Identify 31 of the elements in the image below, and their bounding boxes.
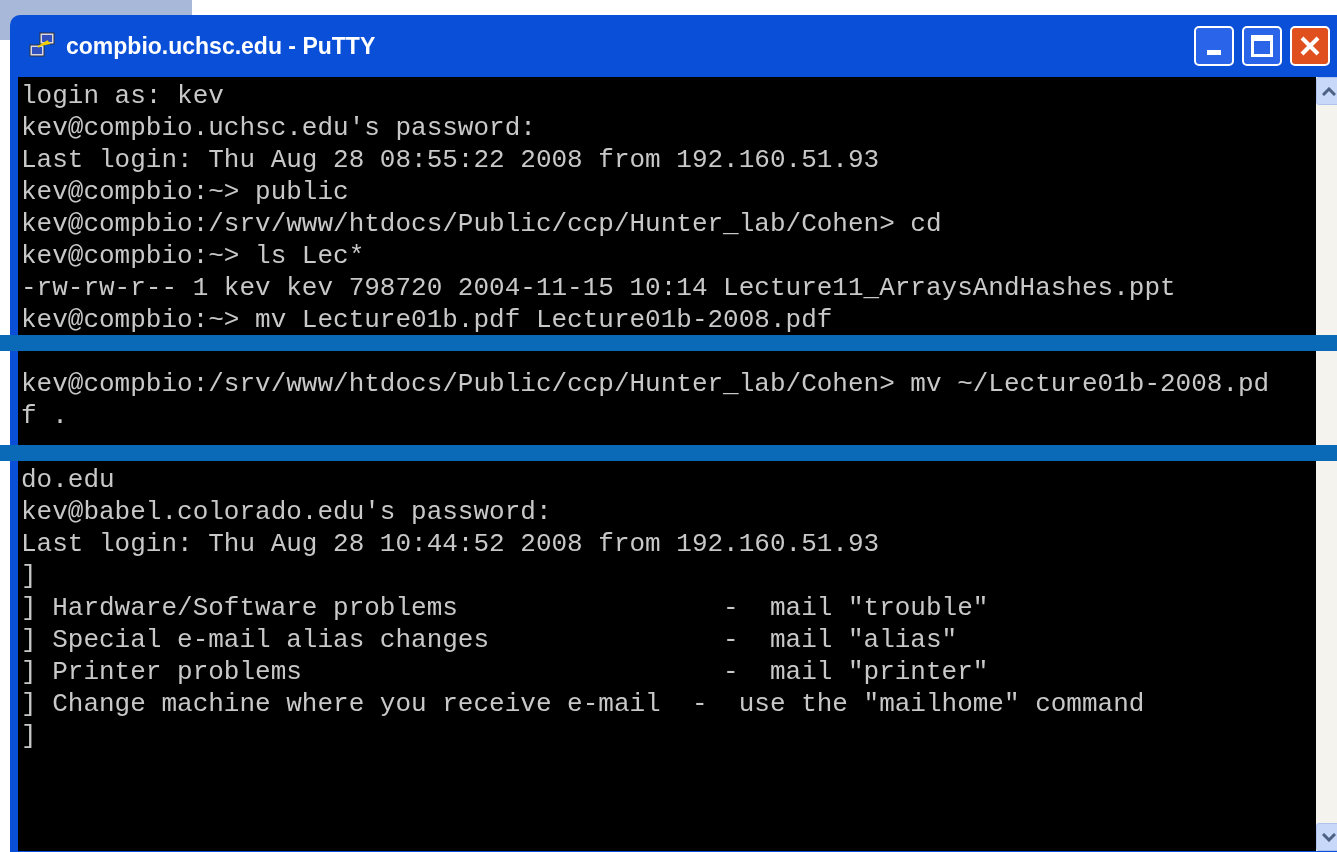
terminal-line: kev@compbio:~> ls Lec* (21, 240, 365, 272)
terminal-line: ] Hardware/Software problems - mail "trouble" (21, 592, 989, 624)
close-icon (1299, 35, 1321, 57)
terminal-line: f . (21, 400, 68, 432)
maximize-icon (1251, 35, 1273, 57)
terminal-line: kev@compbio:/srv/www/htdocs/Public/ccp/Hunter_lab/Cohen> mv ~/Lecture01b-2008.pd (21, 368, 1270, 400)
terminal-line: ] (21, 560, 37, 592)
terminal-line: do.edu (21, 464, 115, 496)
scroll-down-button[interactable] (1316, 823, 1337, 851)
chevron-up-icon (1322, 86, 1336, 96)
chevron-down-icon (1322, 832, 1336, 842)
scrollbar[interactable] (1316, 77, 1337, 851)
terminal-line: Last login: Thu Aug 28 08:55:22 2008 from 192.160.51.93 (21, 144, 880, 176)
terminal-line: ] (21, 720, 37, 752)
scroll-up-button[interactable] (1316, 77, 1337, 105)
close-button[interactable] (1290, 26, 1330, 66)
terminal-line: Last login: Thu Aug 28 10:44:52 2008 from 192.160.51.93 (21, 528, 880, 560)
minimize-icon (1207, 50, 1221, 55)
terminal-line: ] Change machine where you receive e-mail - use the "mailhome" command (21, 688, 1145, 720)
terminal-line: -rw-rw-r-- 1 kev kev 798720 2004-11-15 10:14 Lecture11_ArraysAndHashes.ppt (21, 272, 1176, 304)
maximize-button[interactable] (1242, 26, 1282, 66)
terminal-line: ] Special e-mail alias changes - mail "alias" (21, 624, 958, 656)
terminal-line: ] Printer problems - mail "printer" (21, 656, 989, 688)
terminal-line: kev@compbio:~> public (21, 176, 349, 208)
terminal-line: kev@compbio:~> mv Lecture01b.pdf Lecture01b-2008.pdf (21, 304, 833, 336)
window-title: compbio.uchsc.edu - PuTTY (66, 31, 376, 61)
terminal-line: kev@compbio.uchsc.edu's password: (21, 112, 536, 144)
terminal-line: kev@babel.colorado.edu's password: (21, 496, 552, 528)
minimize-button[interactable] (1194, 26, 1234, 66)
terminal-line: login as: kev (21, 80, 224, 112)
terminal-line: kev@compbio:/srv/www/htdocs/Public/ccp/Hunter_lab/Cohen> cd (21, 208, 942, 240)
